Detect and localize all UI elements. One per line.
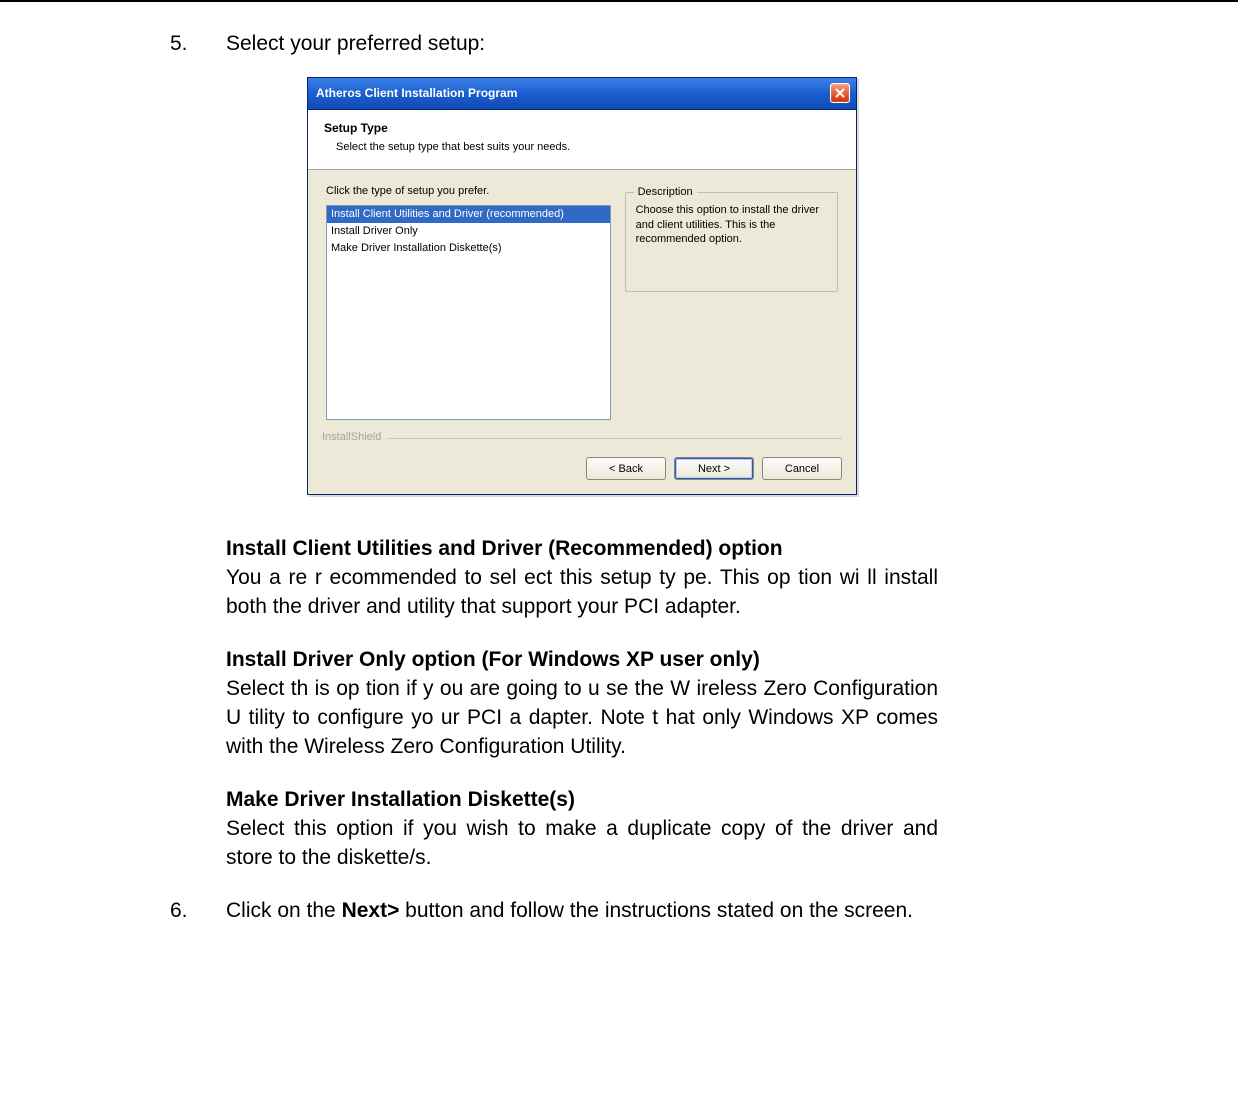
- page-content: 5. Select your preferred setup: Atheros …: [0, 30, 1238, 984]
- dialog-header-title: Setup Type: [324, 120, 840, 137]
- back-button[interactable]: < Back: [586, 457, 666, 480]
- description-legend: Description: [634, 185, 697, 200]
- list-item[interactable]: Make Driver Installation Diskette(s): [327, 240, 610, 257]
- description-text: Choose this option to install the driver…: [636, 203, 827, 248]
- cancel-button[interactable]: Cancel: [762, 457, 842, 480]
- close-button[interactable]: [830, 83, 850, 103]
- step-6-number: 6.: [170, 897, 198, 926]
- next-button[interactable]: Next >: [674, 457, 754, 480]
- section-install-utilities-title: Install Client Utilities and Driver (Rec…: [226, 535, 938, 564]
- dialog-instruction: Click the type of setup you prefer.: [326, 184, 611, 199]
- explanatory-text: Install Client Utilities and Driver (Rec…: [226, 535, 938, 873]
- step-5-number: 5.: [170, 30, 198, 59]
- section-make-diskette-text: Select this option if you wish to make a…: [226, 815, 938, 873]
- section-install-utilities-text: You a re r ecommended to sel ect this se…: [226, 564, 938, 622]
- setup-type-listbox[interactable]: Install Client Utilities and Driver (rec…: [326, 205, 611, 420]
- step-5-text: Select your preferred setup:: [226, 30, 938, 59]
- step-5: 5. Select your preferred setup: Atheros …: [170, 30, 938, 926]
- list-item[interactable]: Install Client Utilities and Driver (rec…: [327, 206, 610, 223]
- dialog-right-column: Description Choose this option to instal…: [625, 184, 838, 420]
- step-6-text: Click on the Next> button and follow the…: [226, 897, 938, 926]
- page-top-rule: [0, 0, 1238, 2]
- step-6: 6. Click on the Next> button and follow …: [170, 897, 938, 926]
- dialog-figure: Atheros Client Installation Program Setu…: [226, 77, 938, 495]
- dialog-content-panel: Click the type of setup you prefer. Inst…: [308, 170, 856, 430]
- dialog-title: Atheros Client Installation Program: [316, 85, 517, 102]
- dialog-titlebar: Atheros Client Installation Program: [308, 78, 856, 110]
- dialog-header-panel: Setup Type Select the setup type that be…: [308, 110, 856, 170]
- install-shield-divider: [387, 438, 842, 439]
- section-install-driver-text: Select th is op tion if y ou are going t…: [226, 675, 938, 762]
- dialog-left-column: Click the type of setup you prefer. Inst…: [326, 184, 611, 420]
- section-make-diskette-title: Make Driver Installation Diskette(s): [226, 786, 938, 815]
- install-shield-row: InstallShield: [308, 430, 856, 449]
- section-install-driver-title: Install Driver Only option (For Windows …: [226, 646, 938, 675]
- install-shield-label: InstallShield: [322, 430, 381, 445]
- step-6-bold: Next>: [342, 899, 400, 922]
- step-6-prefix: Click on the: [226, 899, 342, 922]
- dialog-body: Setup Type Select the setup type that be…: [308, 110, 856, 494]
- dialog-button-row: < Back Next > Cancel: [308, 449, 856, 494]
- description-groupbox: Description Choose this option to instal…: [625, 192, 838, 292]
- dialog-header-subtitle: Select the setup type that best suits yo…: [336, 140, 840, 155]
- close-icon: [835, 88, 845, 98]
- installer-dialog: Atheros Client Installation Program Setu…: [307, 77, 857, 495]
- list-item[interactable]: Install Driver Only: [327, 223, 610, 240]
- step-6-suffix: button and follow the instructions state…: [399, 899, 913, 922]
